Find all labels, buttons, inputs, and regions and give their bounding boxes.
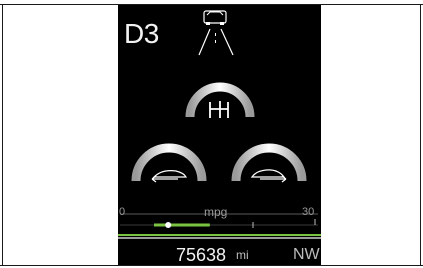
manual-gear-shift-icon — [209, 101, 229, 118]
manual-shift-gauge — [185, 82, 255, 118]
cluster-graphics — [118, 10, 321, 239]
frame-left-line — [2, 4, 3, 266]
odometer-unit: mi — [236, 248, 249, 262]
instrument-cluster-display: D3 0 mpg 30 75638 mi NW — [118, 5, 321, 265]
frame-right-line — [420, 4, 421, 266]
frame-bottom-line — [0, 265, 423, 266]
compass-heading: NW — [293, 246, 320, 263]
car-rear-arrow-icon — [151, 170, 187, 183]
mpg-max-label: 30 — [302, 206, 315, 218]
left-gauge — [131, 143, 207, 183]
car-front-arrow-icon — [250, 169, 287, 183]
odometer-value: 75638 — [176, 245, 227, 265]
lane-assist-icon — [198, 10, 234, 56]
mpg-min-label: 0 — [119, 206, 126, 218]
mpg-unit-label: mpg — [204, 205, 228, 219]
right-gauge — [231, 143, 307, 183]
fuel-economy-marker — [165, 222, 172, 228]
